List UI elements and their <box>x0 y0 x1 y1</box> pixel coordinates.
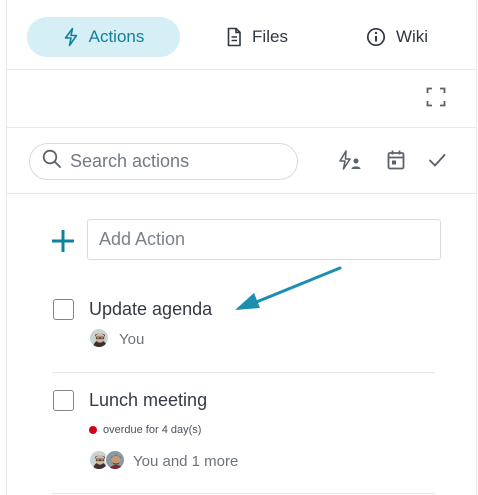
tab-wiki[interactable]: Wiki <box>347 17 447 57</box>
assigned-filter-button[interactable] <box>337 149 363 176</box>
lightning-person-icon <box>337 149 363 176</box>
avatar <box>89 328 109 348</box>
assignee-text: You <box>119 331 145 348</box>
completed-filter-button[interactable] <box>424 150 450 174</box>
overdue-dot <box>89 426 97 434</box>
action-title[interactable]: Update agenda <box>89 299 212 320</box>
panel-left-border <box>6 0 7 495</box>
expand-icon <box>426 87 446 112</box>
due-date-filter-button[interactable] <box>383 150 409 174</box>
header-divider <box>7 127 476 128</box>
tab-files-label: Files <box>252 27 288 46</box>
overdue-status: overdue for 4 day(s) <box>89 424 201 436</box>
action-separator <box>52 372 435 373</box>
tab-actions[interactable]: Actions <box>27 17 180 57</box>
calendar-icon <box>386 149 406 176</box>
action-separator <box>52 493 435 494</box>
plus-icon <box>50 230 76 258</box>
add-action-input[interactable] <box>87 219 441 260</box>
search-box[interactable] <box>29 143 298 180</box>
tab-files[interactable]: Files <box>207 17 307 57</box>
search-icon <box>42 149 62 174</box>
action-title[interactable]: Lunch meeting <box>89 390 207 411</box>
tab-bar: Actions Files Wiki <box>7 0 476 70</box>
annotation-arrow <box>235 266 342 310</box>
overdue-text: overdue for 4 day(s) <box>103 424 202 436</box>
document-icon <box>226 27 242 47</box>
assignee-text: You and 1 more <box>133 453 239 470</box>
info-icon <box>366 27 386 47</box>
checkmark-icon <box>427 150 447 175</box>
tab-wiki-label: Wiki <box>395 27 429 46</box>
tabs-divider <box>7 69 476 70</box>
search-input[interactable] <box>70 151 280 172</box>
tab-actions-label: Actions <box>88 27 145 46</box>
search-divider <box>7 193 476 194</box>
lightning-icon <box>63 27 79 47</box>
action-checkbox[interactable] <box>53 299 74 320</box>
avatar <box>105 450 125 470</box>
actions-panel: Actions Files Wiki Search actions Add Ac… <box>0 0 478 495</box>
expand-button[interactable] <box>423 87 449 111</box>
add-action-button[interactable] <box>50 228 76 254</box>
action-checkbox[interactable] <box>53 390 74 411</box>
panel-right-border <box>476 0 477 495</box>
